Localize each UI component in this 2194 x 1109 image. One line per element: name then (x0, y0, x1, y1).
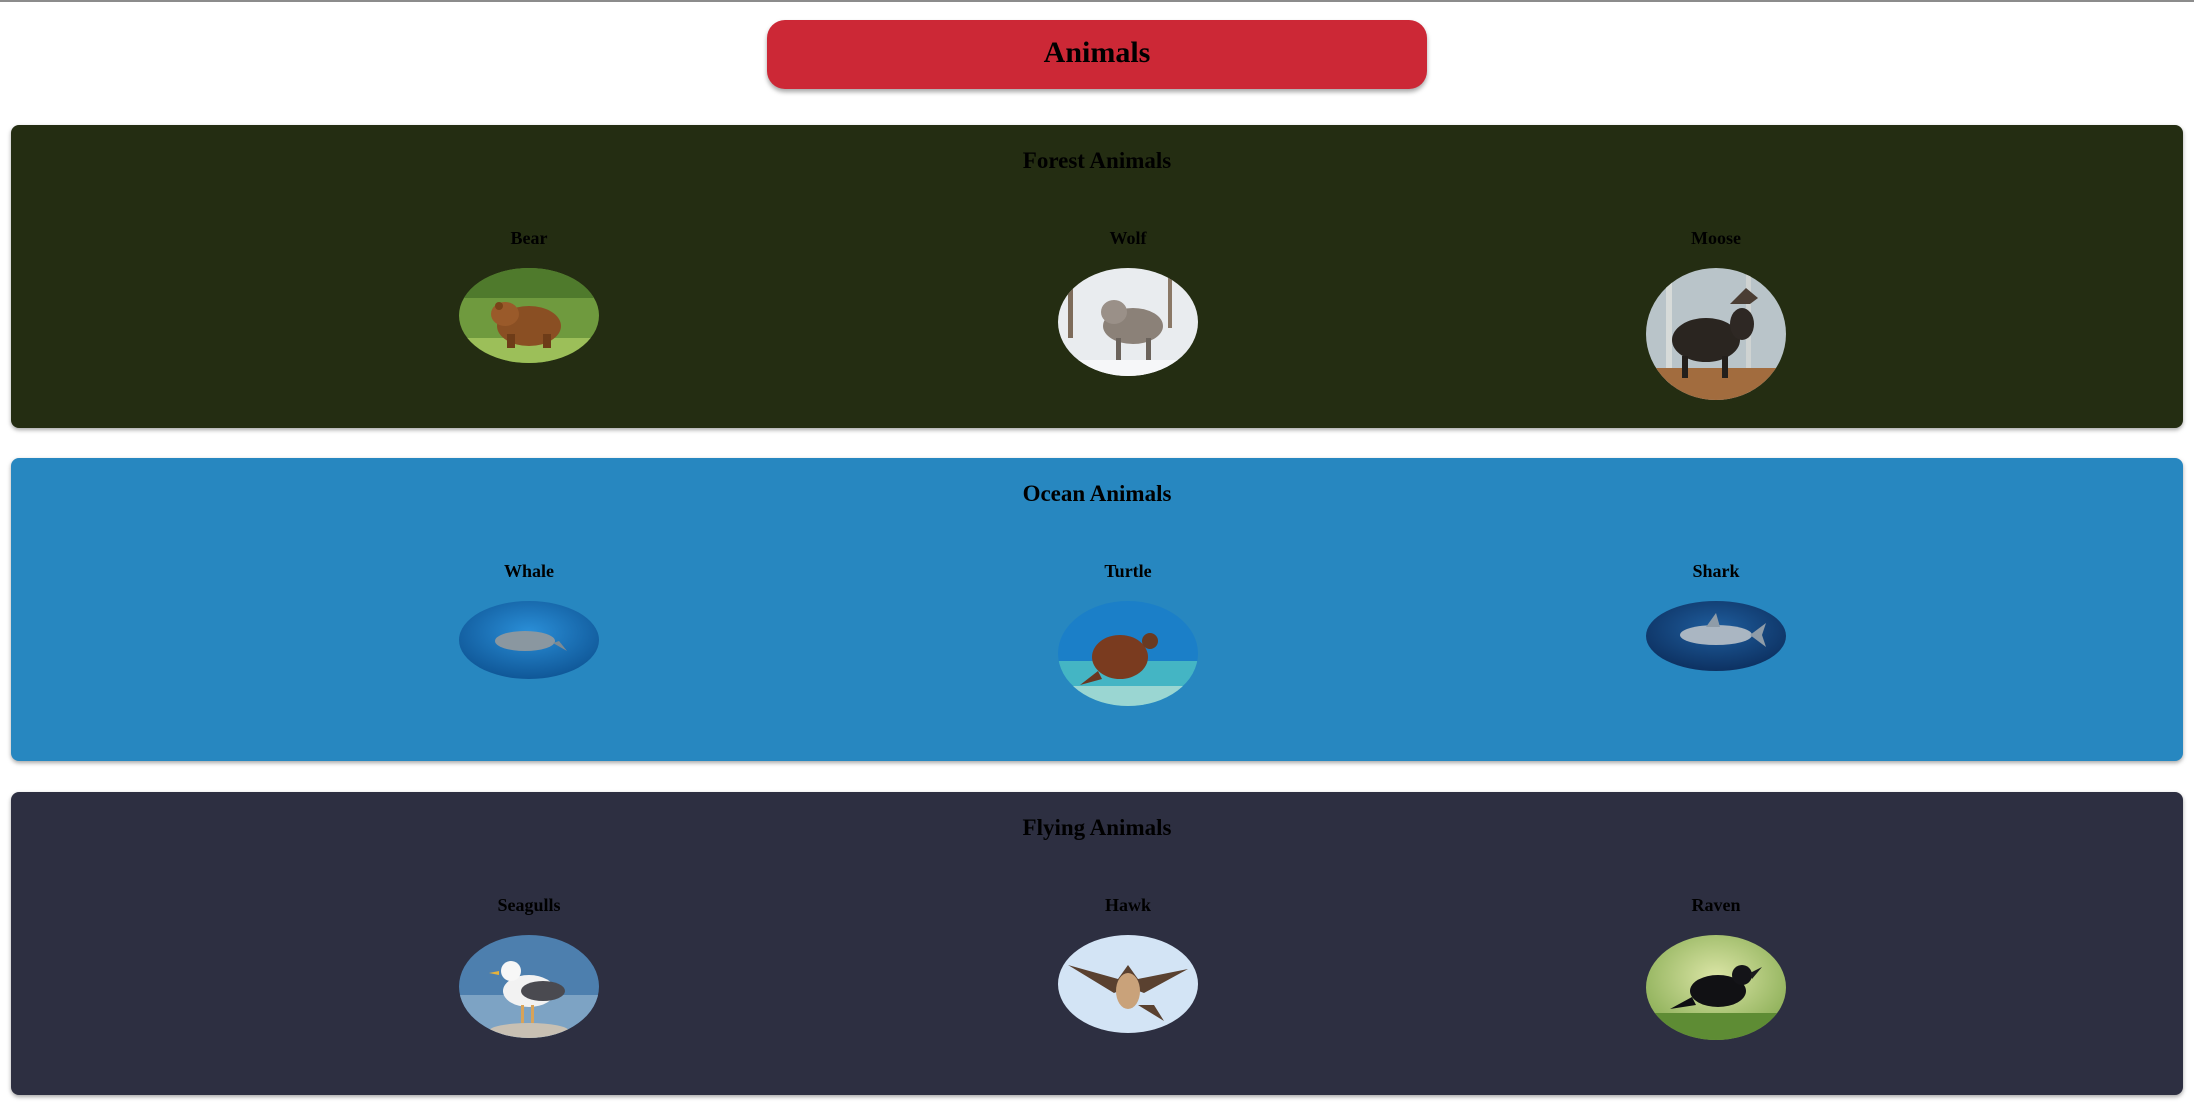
page-title-banner: Animals (767, 20, 1427, 89)
animal-name: Raven (1691, 895, 1741, 915)
animal-name: Seagulls (497, 895, 561, 915)
whale-photo (459, 601, 599, 679)
wolf-photo (1058, 268, 1198, 376)
seagull-photo (459, 935, 599, 1038)
hawk-photo (1058, 935, 1198, 1033)
section-forest-animals: Forest Animals Bear Wolf Moose (11, 125, 2183, 428)
moose-photo (1646, 268, 1786, 400)
animal-name: Whale (503, 561, 554, 581)
animal-name: Wolf (1109, 228, 1147, 248)
turtle-photo (1058, 601, 1198, 706)
page-title: Animals (1043, 36, 1151, 69)
animal-name: Shark (1692, 561, 1740, 581)
section-flying-animals: Flying Animals Seagulls Hawk Raven (11, 792, 2183, 1095)
section-ocean-animals: Ocean Animals Whale Turtle Shark (11, 458, 2183, 761)
raven-photo (1646, 935, 1786, 1040)
section-title: Ocean Animals (1022, 481, 1172, 506)
animal-name: Moose (1691, 228, 1741, 248)
animal-name: Bear (510, 228, 548, 248)
top-divider (0, 0, 2194, 2)
animal-name: Turtle (1104, 561, 1152, 581)
section-title: Forest Animals (1022, 148, 1172, 173)
bear-photo (459, 268, 599, 363)
shark-photo (1646, 601, 1786, 671)
section-title: Flying Animals (1022, 815, 1172, 840)
animal-name: Hawk (1104, 895, 1151, 915)
